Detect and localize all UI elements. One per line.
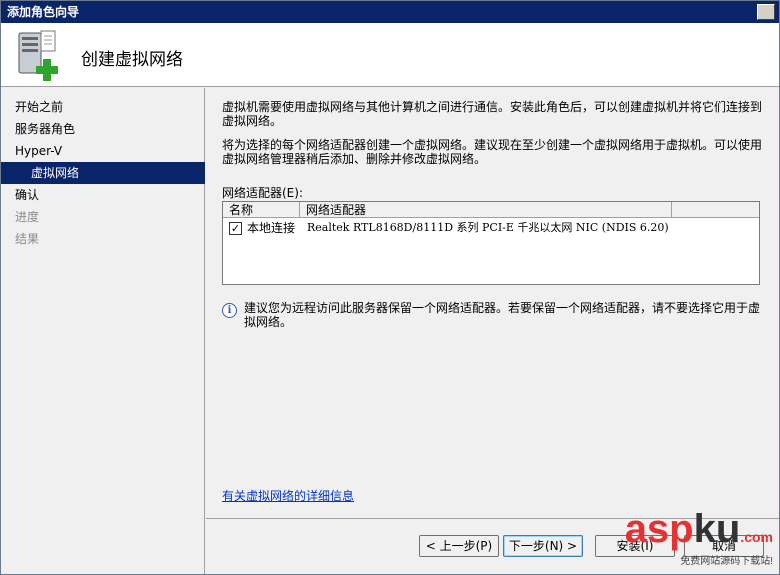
column-header-adapter[interactable]: 网络适配器 <box>300 202 672 218</box>
server-add-icon <box>18 30 58 81</box>
watermark-brand-a: asp <box>624 507 694 551</box>
adapter-name-cell: 本地连接 <box>247 221 296 235</box>
info-icon: i <box>222 303 237 318</box>
watermark-tagline: 免费网站源码下载站! <box>680 556 773 567</box>
adapter-checkbox[interactable]: ✓ <box>229 222 242 235</box>
step-confirmation[interactable]: 确认 <box>1 184 205 206</box>
watermark-logo: aspku.com <box>624 507 773 556</box>
wizard-content: 虚拟机需要使用虚拟网络与其他计算机之间进行通信。安装此角色后，可以创建虚拟机并将… <box>206 88 779 518</box>
window-title: 添加角色向导 <box>7 5 80 19</box>
step-hyper-v[interactable]: Hyper-V <box>1 140 205 162</box>
step-results: 结果 <box>15 232 40 246</box>
column-header-empty <box>672 202 759 218</box>
column-header-name[interactable]: 名称 <box>223 202 300 218</box>
step-server-roles[interactable]: 服务器角色 <box>1 118 205 140</box>
page-title: 创建虚拟网络 <box>81 50 183 70</box>
close-button[interactable] <box>757 4 775 20</box>
wizard-window: 添加角色向导 创建虚拟网络 开始之前 服务器角色 Hyper-V 虚拟网络 确认… <box>0 0 780 575</box>
adapter-desc-cell: Realtek RTL8168D/8111D 系列 PCI-E 千兆以太网 NI… <box>307 221 669 234</box>
adapter-list[interactable]: 名称 网络适配器 ✓ 本地连接 Realtek RTL8168D/8111D 系… <box>222 201 760 285</box>
adapter-list-label: 网络适配器(E): <box>222 186 303 200</box>
title-bar: 添加角色向导 <box>1 1 779 23</box>
next-button[interactable]: 下一步(N) > <box>503 535 583 557</box>
more-info-link[interactable]: 有关虚拟网络的详细信息 <box>222 487 354 504</box>
instruction-text: 将为选择的每个网络适配器创建一个虚拟网络。建议现在至少创建一个虚拟网络用于虚拟机… <box>222 138 763 166</box>
watermark-brand-c: .com <box>740 529 773 545</box>
info-text: 建议您为远程访问此服务器保留一个网络适配器。若要保留一个网络适配器，请不要选择它… <box>244 301 761 329</box>
intro-text: 虚拟机需要使用虚拟网络与其他计算机之间进行通信。安装此角色后，可以创建虚拟机并将… <box>222 100 763 128</box>
table-row[interactable]: ✓ 本地连接 Realtek RTL8168D/8111D 系列 PCI-E 千… <box>223 219 759 237</box>
wizard-steps: 开始之前 服务器角色 Hyper-V 虚拟网络 确认 进度 结果 <box>1 88 205 574</box>
step-virtual-networks[interactable]: 虚拟网络 <box>1 162 205 184</box>
previous-button[interactable]: < 上一步(P) <box>419 535 499 557</box>
step-before-you-begin[interactable]: 开始之前 <box>1 96 205 118</box>
wizard-header: 创建虚拟网络 <box>1 23 779 87</box>
step-progress: 进度 <box>15 210 40 224</box>
watermark-brand-b: ku <box>693 507 741 551</box>
site-watermark: aspku.com 免费网站源码下载站! <box>624 507 773 568</box>
